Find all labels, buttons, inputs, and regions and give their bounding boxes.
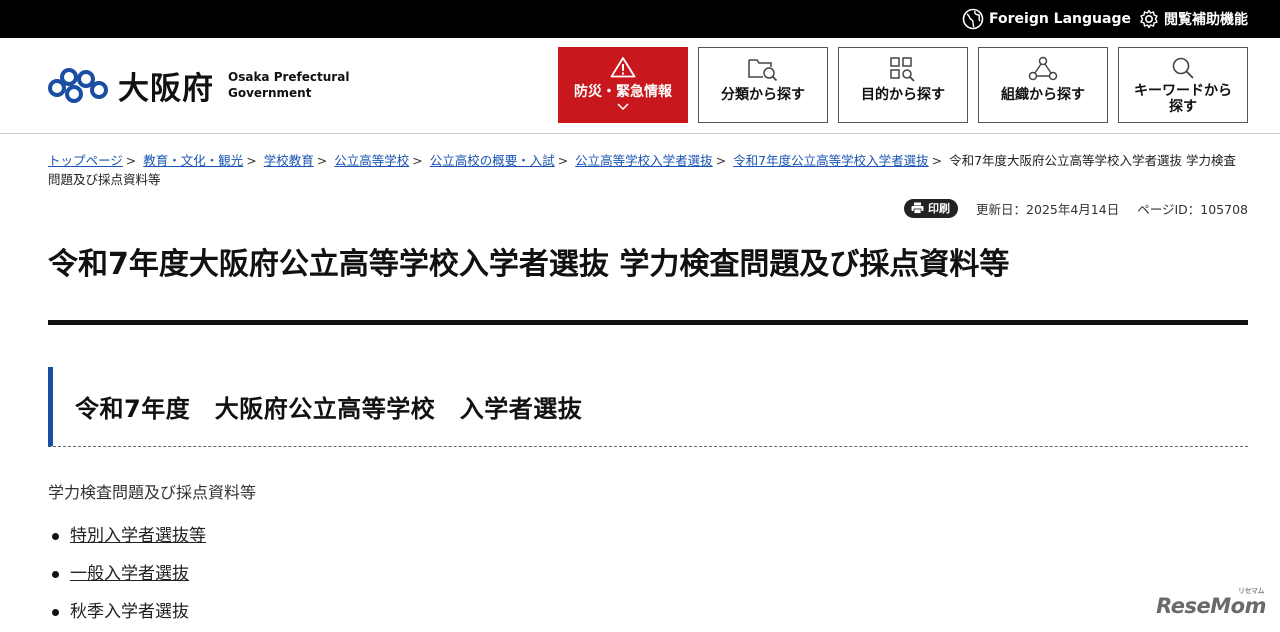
keyword-search-button[interactable]: キーワードから 探す xyxy=(1118,47,1248,123)
watermark-text: ReseMom xyxy=(1156,594,1266,618)
logo-text-jp: 大阪府 xyxy=(118,70,214,107)
intro-text: 学力検査問題及び採点資料等 xyxy=(48,483,257,502)
section-heading-block: 令和7年度 大阪府公立高等学校 入学者選抜 xyxy=(48,367,1248,447)
print-label: 印刷 xyxy=(928,202,951,215)
keyword-search-label-line2: 探す xyxy=(1169,99,1197,115)
folder-search-icon xyxy=(748,59,778,82)
page-id: ページID：105708 xyxy=(1137,201,1248,217)
general-selection-link[interactable]: 一般入学者選抜 xyxy=(70,564,189,584)
updated-date: 更新日：2025年4月14日 xyxy=(976,201,1120,217)
logo-text-en: Osaka Prefectural Government xyxy=(228,69,349,101)
warning-icon xyxy=(610,57,636,78)
keyword-search-label-line1: キーワードから xyxy=(1134,83,1232,99)
search-by-category-button[interactable]: 分類から探す xyxy=(698,47,828,123)
accessibility-link[interactable]: 閲覧補助機能 xyxy=(1139,0,1248,38)
search-by-purpose-button[interactable]: 目的から探す xyxy=(838,47,968,123)
list-item: 秋季入学者選抜 xyxy=(48,598,206,632)
breadcrumb-link-top[interactable]: トップページ xyxy=(48,153,123,168)
breadcrumb-link-education-culture[interactable]: 教育・文化・観光 xyxy=(143,153,243,168)
site-logo[interactable]: 大阪府 Osaka Prefectural Government xyxy=(48,60,349,110)
accessibility-label: 閲覧補助機能 xyxy=(1164,12,1248,28)
logo-text-en-line2: Government xyxy=(228,86,312,100)
section-heading: 令和7年度 大阪府公立高等学校 入学者選抜 xyxy=(75,395,583,423)
list-item: 一般入学者選抜 xyxy=(48,560,206,598)
search-by-organization-button[interactable]: 組織から探す xyxy=(978,47,1108,123)
gear-icon xyxy=(1140,9,1158,29)
org-chart-icon xyxy=(1028,56,1058,81)
keyword-search-label: キーワードから 探す xyxy=(1119,83,1247,115)
resemom-watermark: ReseMom リセマム xyxy=(1156,587,1266,618)
printer-icon xyxy=(911,202,924,214)
breadcrumb-link-overview-admission[interactable]: 公立高校の概要・入試 xyxy=(430,153,555,168)
search-by-category-label: 分類から探す xyxy=(721,87,805,103)
exam-link-list: 特別入学者選抜等 一般入学者選抜 秋季入学者選抜 xyxy=(48,522,206,632)
breadcrumb-separator: > xyxy=(246,153,257,168)
logo-text-en-line1: Osaka Prefectural xyxy=(228,70,350,84)
breadcrumb-separator: > xyxy=(316,153,328,168)
breadcrumb-link-public-high-school[interactable]: 公立高等学校 xyxy=(334,153,409,168)
search-icon xyxy=(1172,57,1194,79)
search-by-organization-label: 組織から探す xyxy=(1001,87,1085,103)
breadcrumb-separator: > xyxy=(125,153,137,168)
page-title: 令和7年度大阪府公立高等学校入学者選抜 学力検査問題及び採点資料等 xyxy=(48,247,1010,282)
title-divider xyxy=(48,320,1248,325)
page-meta: 印刷 更新日：2025年4月14日 ページID：105708 xyxy=(904,198,1248,218)
breadcrumb-separator: > xyxy=(557,153,569,168)
breadcrumb-link-school-education[interactable]: 学校教育 xyxy=(264,153,314,168)
breadcrumb: トップページ > 教育・文化・観光 > 学校教育 > 公立高等学校 > 公立高校の概要・… xyxy=(48,151,1248,189)
disaster-info-button[interactable]: 防災・緊急情報 xyxy=(558,47,688,123)
breadcrumb-separator: > xyxy=(715,153,727,168)
special-selection-link[interactable]: 特別入学者選抜等 xyxy=(70,526,206,546)
breadcrumb-separator: > xyxy=(931,153,943,168)
autumn-selection-text: 秋季入学者選抜 xyxy=(70,602,189,622)
foreign-language-label: Foreign Language xyxy=(989,11,1131,27)
site-header: 大阪府 Osaka Prefectural Government 防災・緊急情報… xyxy=(0,38,1280,134)
top-utility-bar: Foreign Language 閲覧補助機能 xyxy=(0,0,1280,38)
breadcrumb-separator: > xyxy=(412,153,423,168)
breadcrumb-link-entrance-selection[interactable]: 公立高等学校入学者選抜 xyxy=(575,153,713,168)
breadcrumb-link-r7-selection[interactable]: 令和7年度公立高等学校入学者選抜 xyxy=(733,153,928,168)
foreign-language-link[interactable]: Foreign Language xyxy=(962,0,1131,38)
search-by-purpose-label: 目的から探す xyxy=(861,87,945,103)
disaster-info-label: 防災・緊急情報 xyxy=(574,84,672,100)
list-item: 特別入学者選抜等 xyxy=(48,522,206,560)
chevron-down-icon xyxy=(617,103,629,110)
globe-icon xyxy=(962,8,984,30)
osaka-emblem-icon xyxy=(48,68,108,103)
print-button[interactable]: 印刷 xyxy=(904,198,959,218)
grid-search-icon xyxy=(890,57,915,82)
watermark-subtext: リセマム xyxy=(1238,587,1265,595)
